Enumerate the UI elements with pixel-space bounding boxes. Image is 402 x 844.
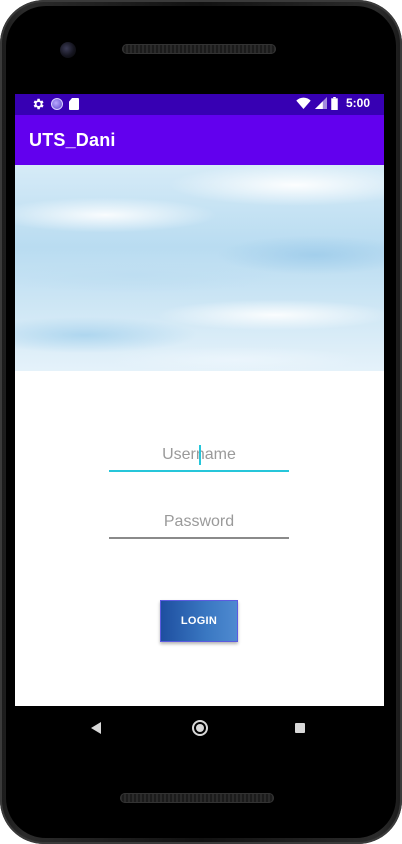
password-underline bbox=[109, 537, 289, 539]
sky-banner-image bbox=[15, 165, 384, 371]
signal-icon bbox=[314, 97, 327, 109]
wifi-icon bbox=[296, 97, 311, 109]
app-title: UTS_Dani bbox=[29, 130, 116, 150]
home-icon[interactable] bbox=[192, 720, 208, 736]
back-icon[interactable] bbox=[91, 722, 101, 734]
bottom-speaker bbox=[120, 793, 274, 803]
login-button[interactable]: LOGIN bbox=[160, 600, 238, 642]
recents-icon[interactable] bbox=[295, 723, 305, 733]
text-cursor bbox=[199, 445, 201, 465]
app-screen: 5:00 UTS_Dani LOGIN bbox=[15, 94, 384, 706]
sd-card-icon bbox=[69, 98, 79, 110]
password-input[interactable] bbox=[109, 507, 289, 537]
status-bar: 5:00 bbox=[15, 94, 384, 115]
username-underline bbox=[109, 470, 289, 472]
username-field[interactable] bbox=[109, 440, 289, 472]
app-bar: UTS_Dani bbox=[15, 115, 384, 165]
gear-icon bbox=[33, 98, 44, 110]
circle-icon bbox=[51, 98, 63, 110]
earpiece-speaker bbox=[122, 44, 276, 54]
clock: 5:00 bbox=[345, 96, 370, 110]
navigation-bar bbox=[15, 706, 384, 750]
password-field[interactable] bbox=[109, 507, 289, 539]
battery-icon bbox=[331, 96, 338, 110]
front-camera bbox=[60, 42, 76, 58]
